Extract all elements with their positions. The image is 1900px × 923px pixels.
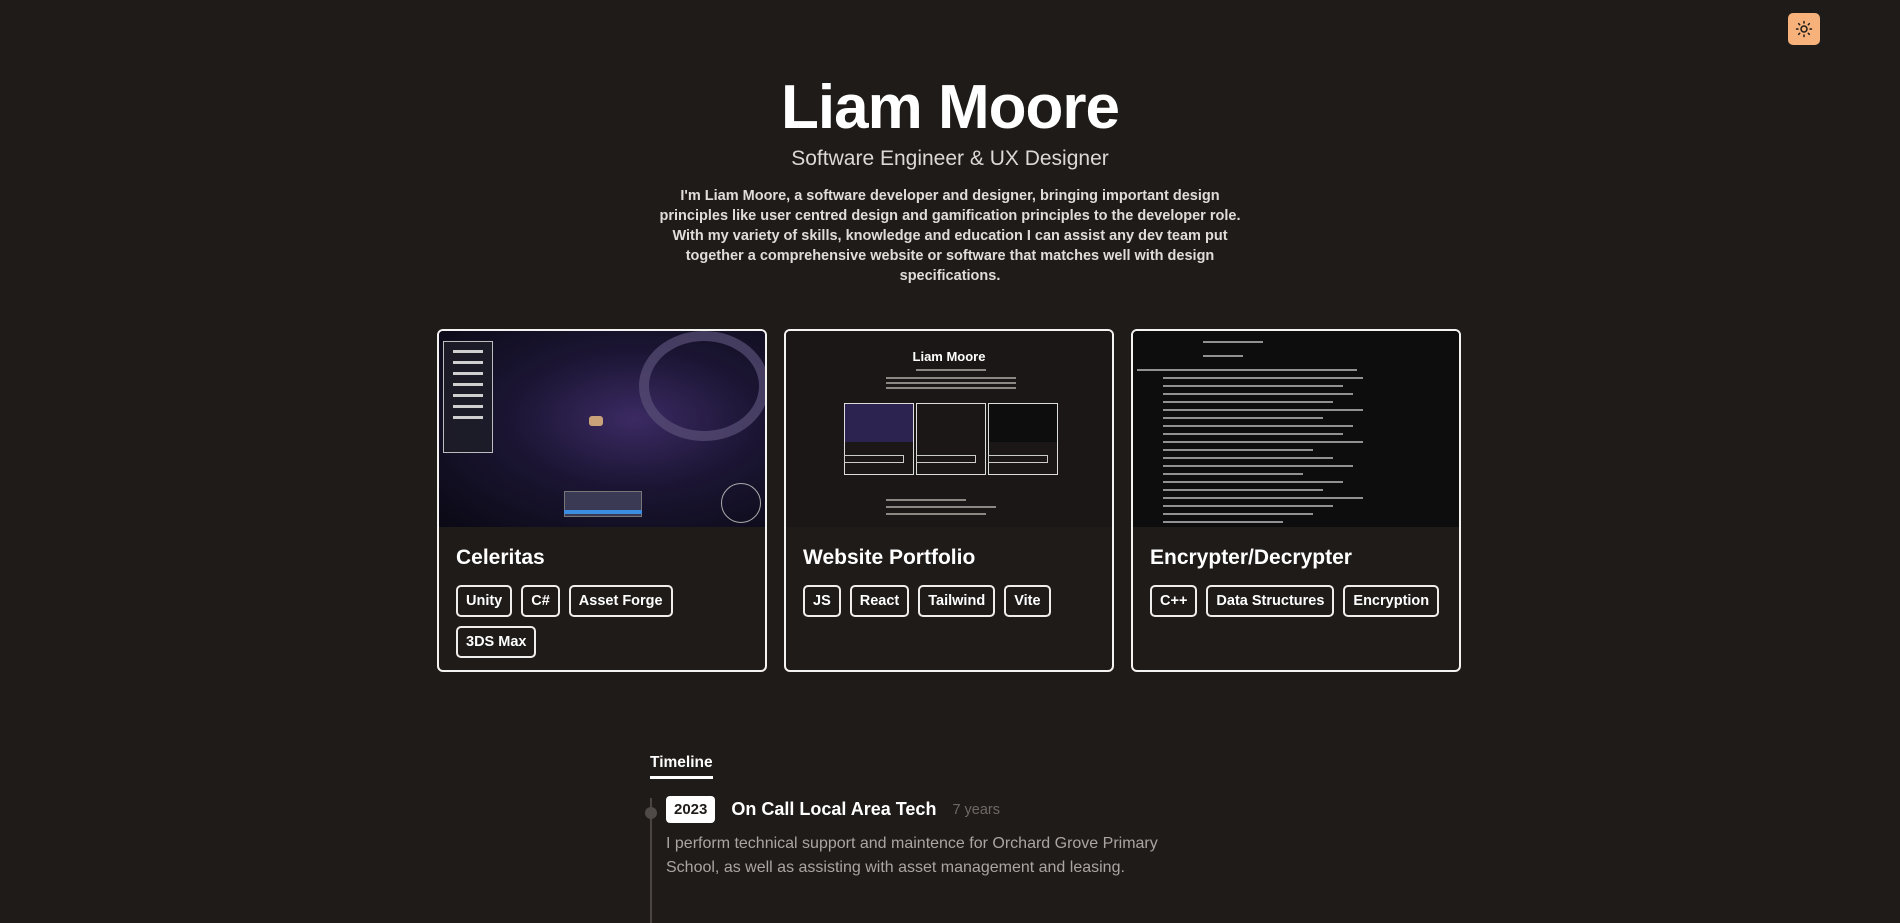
timeline-section: Timeline 2023 On Call Local Area Tech 7 …: [645, 754, 1158, 923]
project-card-celeritas[interactable]: Celeritas Unity C# Asset Forge 3DS Max: [437, 329, 767, 672]
timeline-heading: Timeline: [650, 754, 713, 779]
page-title: Liam Moore: [781, 73, 1120, 142]
thumbnail-title: Liam Moore: [912, 349, 986, 364]
tag: C#: [521, 585, 560, 617]
project-title: Celeritas: [456, 546, 545, 569]
project-thumbnail-celeritas: [439, 331, 765, 527]
tag: Encryption: [1343, 585, 1440, 617]
bio-text: I'm Liam Moore, a software developer and…: [659, 188, 1241, 284]
theme-toggle-button[interactable]: [1788, 13, 1820, 45]
tag-list: Unity C# Asset Forge 3DS Max: [456, 585, 748, 658]
projects-grid: Celeritas Unity C# Asset Forge 3DS Max L…: [437, 329, 1461, 672]
tag: Unity: [456, 585, 513, 617]
entry-title: On Call Local Area Tech: [731, 799, 937, 819]
hero-section: Liam Moore Software Engineer & UX Design…: [0, 70, 1900, 286]
project-card-encrypter[interactable]: Encrypter/Decrypter C++ Data Structures …: [1131, 329, 1461, 672]
tag: JS: [803, 585, 841, 617]
year-badge: 2023: [666, 796, 716, 823]
entry-duration: 7 years: [952, 801, 1000, 818]
timeline-dot: [645, 807, 657, 819]
tag: Vite: [1004, 585, 1051, 617]
tag: C++: [1150, 585, 1198, 617]
project-thumbnail-terminal: [1133, 331, 1459, 527]
tag-list: JS React Tailwind Vite: [803, 585, 1095, 617]
entry-description: I perform technical support and maintenc…: [666, 835, 1158, 876]
project-thumbnail-website: Liam Moore: [786, 331, 1112, 527]
tag: Tailwind: [918, 585, 996, 617]
project-title: Website Portfolio: [803, 546, 976, 569]
tag: Asset Forge: [568, 585, 673, 617]
project-card-website-portfolio[interactable]: Liam Moore Website Portfolio JS React Ta…: [784, 329, 1114, 672]
tag-list: C++ Data Structures Encryption: [1150, 585, 1442, 617]
timeline-entry: 2023 On Call Local Area Tech 7 years I p…: [666, 796, 1226, 880]
sun-icon: [1795, 20, 1813, 38]
tag: React: [849, 585, 910, 617]
project-title: Encrypter/Decrypter: [1150, 546, 1352, 569]
tag: 3DS Max: [456, 626, 537, 658]
tag: Data Structures: [1206, 585, 1335, 617]
page-subtitle: Software Engineer & UX Designer: [791, 147, 1109, 170]
